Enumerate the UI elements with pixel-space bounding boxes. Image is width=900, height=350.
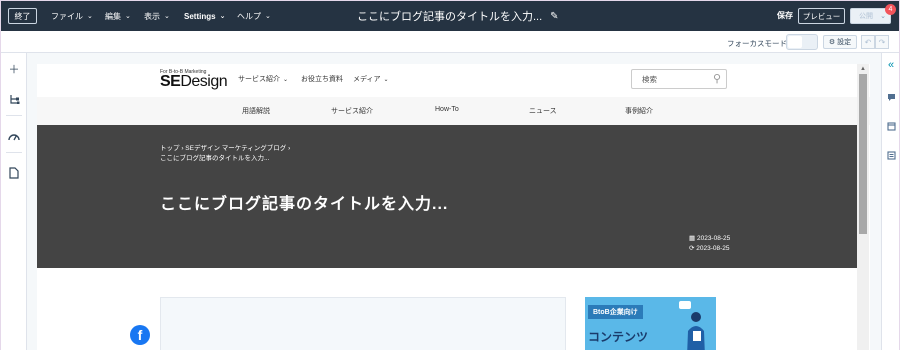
chevron-down-icon: ⌄ [87, 13, 93, 20]
published-date-text: 2023-08-25 [696, 235, 731, 242]
redo-icon: ↷ [878, 37, 886, 47]
menu-file-label: ファイル [51, 11, 83, 21]
person-illustration [679, 301, 705, 350]
double-chevron-left-icon[interactable]: « [885, 59, 897, 71]
category-link[interactable]: ニュース [529, 106, 557, 116]
gear-icon: ⚙ [828, 39, 836, 46]
chevron-right-icon: › [288, 145, 291, 152]
focus-mode-toggle[interactable] [786, 34, 818, 50]
breadcrumb: トップ › SEデザイン マーケティングブログ › [160, 142, 290, 152]
redo-button[interactable]: ↷ [875, 35, 889, 49]
site-nav-services[interactable]: サービス紹介 ⌄ [238, 72, 288, 86]
page-preview[interactable]: For B-to-B Marketing SEDesign サービス紹介 ⌄ お役… [37, 64, 870, 350]
menu-file[interactable]: ファイル ⌄ [51, 1, 93, 31]
refresh-icon: ⟳ [689, 245, 695, 252]
publish-label: 公開 [859, 13, 873, 20]
editor-topbar: 終了 ファイル ⌄ 編集 ⌄ 表示 ⌄ Settings ⌄ ヘルプ ⌄ ここにブログ記事… [1, 1, 899, 31]
editor-subbar: フォーカスモード ⚙ 設定 ↶ ↷ [1, 31, 899, 53]
category-bar: 用語解説 サービス紹介 How-To ニュース 事例紹介 [37, 97, 870, 125]
notification-badge: 4 [885, 4, 896, 15]
right-sidebar: « [881, 53, 899, 350]
logo-design: Design [180, 73, 228, 90]
menu-view-label: 表示 [144, 11, 160, 21]
breadcrumb-current: ここにブログ記事のタイトルを入力... [160, 155, 270, 162]
notes-icon[interactable] [885, 149, 897, 161]
breadcrumb-blog[interactable]: SEデザイン マーケティングブログ [185, 145, 286, 152]
updated-date-text: 2023-08-25 [696, 245, 730, 252]
menu-help[interactable]: ヘルプ ⌄ [237, 1, 271, 31]
menu-settings-label: Settings [184, 11, 216, 21]
site-nav-media[interactable]: メディア ⌄ [353, 72, 389, 86]
scrollbar-thumb[interactable] [859, 74, 867, 234]
undo-icon: ↶ [864, 37, 872, 47]
search-icon[interactable]: ⚲ [713, 72, 721, 85]
site-search-input[interactable]: 検索 ⚲ [631, 69, 727, 89]
site-logo[interactable]: SEDesign [160, 73, 228, 91]
page-icon[interactable] [6, 165, 22, 181]
chevron-down-icon: ⌄ [383, 76, 389, 83]
menu-edit-label: 編集 [105, 11, 121, 21]
chevron-down-icon: ⌄ [164, 13, 170, 20]
menu-help-label: ヘルプ [237, 11, 261, 21]
exit-button[interactable]: 終了 [8, 8, 37, 24]
menu-settings[interactable]: Settings ⌄ [184, 1, 225, 31]
post-title[interactable]: ここにブログ記事のタイトルを入力... ✎ [357, 1, 559, 31]
pencil-icon[interactable]: ✎ [550, 11, 558, 22]
article-body-area[interactable] [160, 297, 566, 350]
gauge-icon[interactable] [6, 128, 22, 144]
facebook-share-icon[interactable]: f [130, 325, 150, 345]
calendar-icon: ▦ [689, 235, 696, 242]
breadcrumb-home[interactable]: トップ [160, 145, 180, 152]
undo-button[interactable]: ↶ [861, 35, 875, 49]
layers-icon[interactable] [6, 91, 22, 107]
ad-tag: BtoB企業向け [588, 305, 643, 319]
menu-view[interactable]: 表示 ⌄ [144, 1, 170, 31]
toggle-knob [788, 36, 802, 48]
comment-icon[interactable] [885, 91, 897, 103]
hero-banner: トップ › SEデザイン マーケティングブログ › ここにブログ記事のタイトルを… [37, 125, 858, 268]
divider [6, 115, 22, 116]
category-link[interactable]: 用語解説 [242, 106, 270, 116]
category-link[interactable]: サービス紹介 [331, 106, 373, 116]
menu-edit[interactable]: 編集 ⌄ [105, 1, 131, 31]
updated-date: ⟳ 2023-08-25 [689, 244, 730, 252]
logo-se: SE [160, 73, 181, 90]
published-date: ▦ 2023-08-25 [689, 234, 730, 242]
settings-button[interactable]: ⚙ 設定 [823, 35, 857, 49]
chevron-down-icon: ⌄ [125, 13, 131, 20]
focus-mode-label: フォーカスモード [727, 39, 787, 48]
site-nav-resources[interactable]: お役立ち資料 [301, 72, 343, 86]
chevron-down-icon: ⌄ [283, 76, 289, 83]
left-sidebar: ＋ [1, 53, 27, 350]
post-title-text: ここにブログ記事のタイトルを入力... [357, 11, 543, 23]
preview-button[interactable]: プレビュー [798, 8, 845, 24]
category-link[interactable]: How-To [435, 106, 459, 113]
add-icon[interactable]: ＋ [6, 61, 22, 77]
sidebar-ad-banner[interactable]: BtoB企業向け コンテンツ [585, 297, 716, 350]
ad-title: コンテンツ [588, 330, 649, 344]
site-search-placeholder: 検索 [642, 74, 657, 84]
divider [6, 152, 22, 153]
site-nav-label: お役立ち資料 [301, 76, 343, 83]
save-button[interactable]: 保存 [777, 10, 793, 21]
chevron-down-icon[interactable]: ⌄ [880, 12, 886, 20]
editor-window: 終了 ファイル ⌄ 編集 ⌄ 表示 ⌄ Settings ⌄ ヘルプ ⌄ ここにブログ記事… [1, 1, 899, 350]
window-icon[interactable] [885, 120, 897, 132]
preview-scrollbar[interactable]: ▲ [857, 64, 869, 350]
site-nav-label: サービス紹介 [238, 76, 280, 83]
chevron-down-icon: ⌄ [219, 13, 226, 20]
hero-title: ここにブログ記事のタイトルを入力... [160, 196, 449, 213]
settings-label: 設定 [837, 39, 852, 46]
scroll-up-icon[interactable]: ▲ [860, 66, 866, 72]
site-nav-label: メディア [353, 76, 381, 83]
chevron-down-icon: ⌄ [265, 13, 271, 20]
category-link[interactable]: 事例紹介 [625, 106, 653, 116]
